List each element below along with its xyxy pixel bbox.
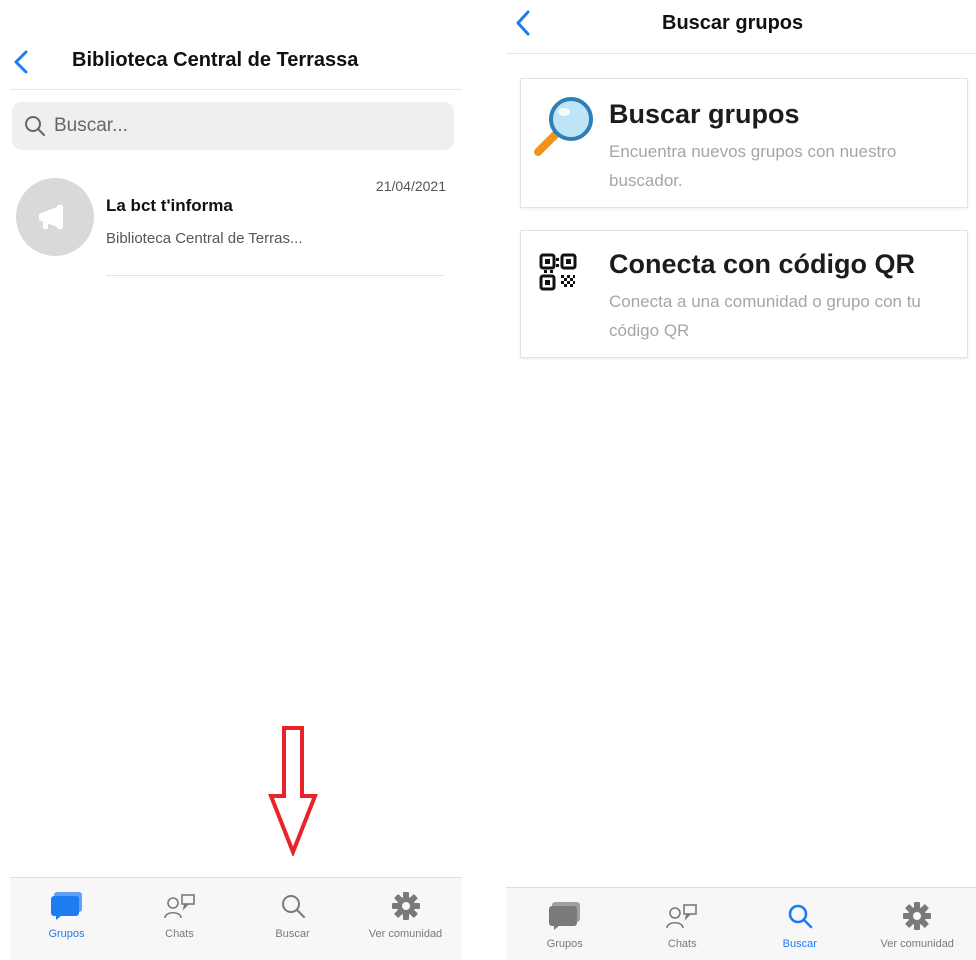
groups-icon [548,902,580,930]
header-divider [10,89,462,90]
tab-grupos[interactable]: Grupos [10,878,123,960]
back-button[interactable] [12,50,30,74]
search-input[interactable] [52,114,436,138]
megaphone-icon [39,205,63,229]
qr-connect-card[interactable]: Conecta con código QR Conecta a una comu… [520,230,968,358]
left-screen: Biblioteca Central de Terrassa La bct t'… [0,0,462,960]
search-groups-card[interactable]: Buscar grupos Encuentra nuevos grupos co… [520,78,968,208]
tab-grupos[interactable]: Grupos [506,888,624,960]
tab-bar: Grupos Chats Buscar Ver comunidad [506,887,976,960]
card-description: Conecta a una comunidad o grupo con tu c… [609,292,921,340]
tab-ver-comunidad[interactable]: Ver comunidad [349,878,462,960]
search-icon [25,116,45,136]
tab-buscar[interactable]: Buscar [236,878,349,960]
groups-icon [50,892,82,920]
tab-ver-comunidad[interactable]: Ver comunidad [859,888,976,960]
chevron-left-icon [14,50,28,74]
page-title: Biblioteca Central de Terrassa [72,49,359,71]
tab-bar: Grupos Chats Buscar Ver comunidad [10,877,462,960]
chats-icon [666,904,698,929]
magnifier-icon [534,97,593,156]
search-bar[interactable] [12,102,454,150]
tab-label: Grupos [48,928,85,940]
item-title: La bct t'informa [106,196,233,215]
item-date: 21/04/2021 [375,178,446,194]
tab-chats[interactable]: Chats [123,878,236,960]
header-divider [506,53,976,54]
qr-code-icon [539,253,577,291]
search-icon [281,895,305,918]
tab-label: Buscar [275,928,310,940]
chevron-left-icon [516,10,530,36]
tab-chats[interactable]: Chats [624,888,742,960]
tab-label: Ver comunidad [880,938,954,950]
chats-icon [163,894,195,919]
card-description: Encuentra nuevos grupos con nuestro busc… [609,142,897,190]
search-icon [788,904,813,929]
gear-icon [391,892,420,920]
down-arrow-annotation [268,726,318,856]
page-title: Buscar grupos [662,12,804,34]
tab-label: Chats [165,928,194,940]
item-divider [106,275,444,276]
avatar [16,178,94,256]
right-screen: Buscar grupos Buscar grupos Encuentra nu… [506,0,976,960]
card-title: Buscar grupos [609,99,800,129]
back-button[interactable] [514,10,532,36]
tab-label: Buscar [782,938,817,950]
card-title: Conecta con código QR [609,249,916,279]
gear-icon [903,902,932,930]
tab-buscar[interactable]: Buscar [741,888,859,960]
tab-label: Ver comunidad [368,928,443,940]
tab-label: Chats [667,938,697,950]
item-subtitle: Biblioteca Central de Terras... [106,230,303,247]
tab-label: Grupos [546,938,583,950]
list-item[interactable]: La bct t'informa Biblioteca Central de T… [14,172,454,278]
